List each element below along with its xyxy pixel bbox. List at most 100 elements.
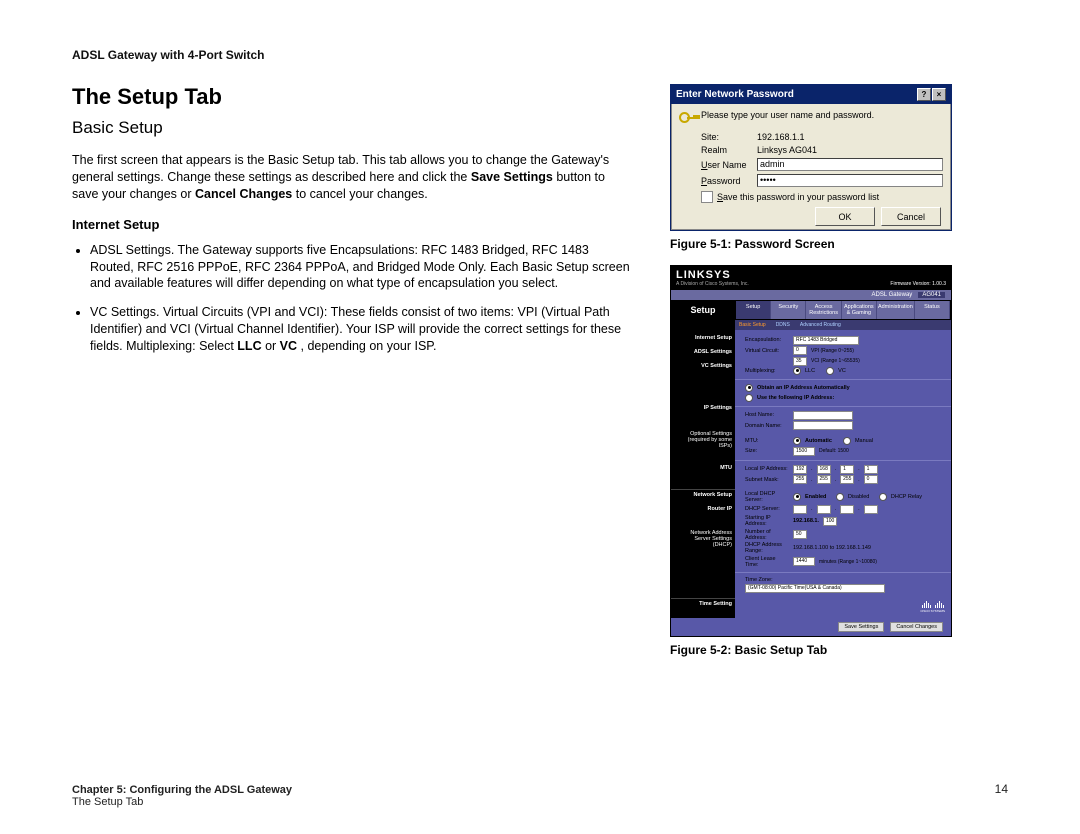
dhcp-server-3[interactable] xyxy=(840,505,854,514)
side-vc-settings: VC Settings xyxy=(674,363,732,369)
side-time-setting: Time Setting xyxy=(674,601,732,607)
side-mtu: MTU xyxy=(674,465,732,471)
subnet-1[interactable]: 255 xyxy=(793,475,807,484)
encapsulation-label: Encapsulation: xyxy=(745,337,789,343)
save-password-checkbox[interactable] xyxy=(701,191,713,203)
password-input[interactable]: ••••• xyxy=(757,174,943,187)
side-optional-settings: Optional Settings (required by some ISPs… xyxy=(674,431,732,449)
size-input[interactable]: 1500 xyxy=(793,447,815,456)
hostname-input[interactable] xyxy=(793,411,853,420)
dhcp-disabled-radio[interactable] xyxy=(836,493,844,501)
tab-setup[interactable]: Setup xyxy=(736,301,771,319)
cancel-button[interactable]: Cancel xyxy=(881,207,941,226)
ip-auto-label: Obtain an IP Address Automatically xyxy=(757,385,850,391)
page-footer: Chapter 5: Configuring the ADSL Gateway … xyxy=(72,784,1008,808)
site-label: Site: xyxy=(701,132,757,142)
figure-5-1-caption: Figure 5-1: Password Screen xyxy=(670,237,835,251)
dialog-titlebar: Enter Network Password ? × xyxy=(671,85,951,104)
main-text-column: The Setup Tab Basic Setup The first scre… xyxy=(72,84,632,671)
dhcp-relay-radio[interactable] xyxy=(879,493,887,501)
figures-column: Enter Network Password ? × Please type y… xyxy=(670,84,980,671)
mtu-auto-radio[interactable] xyxy=(793,437,801,445)
subnet-2[interactable]: 255 xyxy=(817,475,831,484)
tab-applications-gaming[interactable]: Applications & Gaming xyxy=(842,301,877,319)
dhcp-server-4[interactable] xyxy=(864,505,878,514)
subnet-3[interactable]: 255 xyxy=(840,475,854,484)
realm-label: Realm xyxy=(701,145,757,155)
help-button[interactable]: ? xyxy=(917,88,931,101)
ip-auto-radio[interactable] xyxy=(745,384,753,392)
site-value: 192.168.1.1 xyxy=(757,132,805,142)
side-ip-settings: IP Settings xyxy=(674,405,732,411)
subtab-advanced-routing[interactable]: Advanced Routing xyxy=(800,322,841,328)
encapsulation-select[interactable]: RFC 1483 Bridged xyxy=(793,336,859,345)
product-line: ADSL Gateway xyxy=(872,292,913,298)
dhcp-server-label: DHCP Server: xyxy=(745,506,789,512)
dhcp-server-1[interactable] xyxy=(793,505,807,514)
save-settings-button[interactable]: Save Settings xyxy=(838,622,884,632)
dhcp-label: Local DHCP Server: xyxy=(745,491,789,503)
cancel-changes-button[interactable]: Cancel Changes xyxy=(890,622,943,632)
dhcp-enabled-label: Enabled xyxy=(805,494,826,500)
virtual-circuit-label: Virtual Circuit: xyxy=(745,348,789,354)
start-ip-prefix: 192.168.1. xyxy=(793,518,819,524)
mtu-manual-label: Manual xyxy=(855,438,873,444)
localip-3[interactable]: 1 xyxy=(840,465,854,474)
subheading-basic-setup: Basic Setup xyxy=(72,118,632,138)
tab-access-restrictions[interactable]: Access Restrictions xyxy=(806,301,841,319)
figure-5-2-caption: Figure 5-2: Basic Setup Tab xyxy=(670,643,827,657)
ok-button[interactable]: OK xyxy=(815,207,875,226)
subnet-4[interactable]: 0 xyxy=(864,475,878,484)
timezone-select[interactable]: (GMT-08:00) Pacific Time(USA & Canada) xyxy=(745,584,885,593)
num-addr-input[interactable]: 50 xyxy=(793,530,807,539)
tab-status[interactable]: Status xyxy=(915,301,950,319)
localip-4[interactable]: 1 xyxy=(864,465,878,474)
dhcp-disabled-label: Disabled xyxy=(848,494,869,500)
vpi-note: VPI (Range 0~255) xyxy=(811,348,854,354)
dialog-message: Please type your user name and password. xyxy=(701,110,874,120)
domainname-input[interactable] xyxy=(793,421,853,430)
save-settings-bold: Save Settings xyxy=(471,170,553,184)
intro-paragraph: The first screen that appears is the Bas… xyxy=(72,152,632,203)
localip-2[interactable]: 168 xyxy=(817,465,831,474)
vc-bold: VC xyxy=(280,339,297,353)
subtab-basic-setup[interactable]: Basic Setup xyxy=(739,322,766,328)
dialog-title-text: Enter Network Password xyxy=(676,89,794,100)
localip-label: Local IP Address: xyxy=(745,466,789,472)
start-ip-input[interactable]: 100 xyxy=(823,517,837,526)
side-adsl-settings: ADSL Settings xyxy=(674,349,732,355)
username-label: User Name xyxy=(701,160,757,170)
dhcp-server-2[interactable] xyxy=(817,505,831,514)
ip-static-radio[interactable] xyxy=(745,394,753,402)
lease-label: Client Lease Time: xyxy=(745,556,789,568)
subnet-label: Subnet Mask: xyxy=(745,477,789,483)
password-label: Password xyxy=(701,176,757,186)
size-note: Default: 1500 xyxy=(819,448,849,454)
dhcp-range-label: DHCP Address Range: xyxy=(745,542,789,554)
start-ip-label: Starting IP Address: xyxy=(745,515,789,527)
localip-1[interactable]: 192 xyxy=(793,465,807,474)
side-dhcp: Network Address Server Settings (DHCP) xyxy=(674,530,732,548)
dhcp-enabled-radio[interactable] xyxy=(793,493,801,501)
lease-input[interactable]: 1440 xyxy=(793,557,815,566)
close-button[interactable]: × xyxy=(932,88,946,101)
vc-radio[interactable] xyxy=(826,367,834,375)
footer-section: The Setup Tab xyxy=(72,796,1008,808)
section-label-setup: Setup xyxy=(671,300,735,320)
vpi-input[interactable]: 0 xyxy=(793,346,807,355)
llc-radio[interactable] xyxy=(793,367,801,375)
page-title: The Setup Tab xyxy=(72,84,632,110)
mtu-manual-radio[interactable] xyxy=(843,437,851,445)
timezone-label: Time Zone: xyxy=(745,577,789,583)
tab-security[interactable]: Security xyxy=(771,301,806,319)
subtab-ddns[interactable]: DDNS xyxy=(776,322,790,328)
tab-administration[interactable]: Administration xyxy=(877,301,915,319)
size-label: Size: xyxy=(745,448,789,454)
username-input[interactable]: admin xyxy=(757,158,943,171)
vc-label: VC xyxy=(838,368,846,374)
llc-bold: LLC xyxy=(237,339,261,353)
llc-label: LLC xyxy=(805,368,815,374)
firmware-version: Firmware Version: 1.00.3 xyxy=(890,281,946,287)
bullet-text: , depending on your ISP. xyxy=(297,339,436,353)
vci-input[interactable]: 35 xyxy=(793,357,807,366)
